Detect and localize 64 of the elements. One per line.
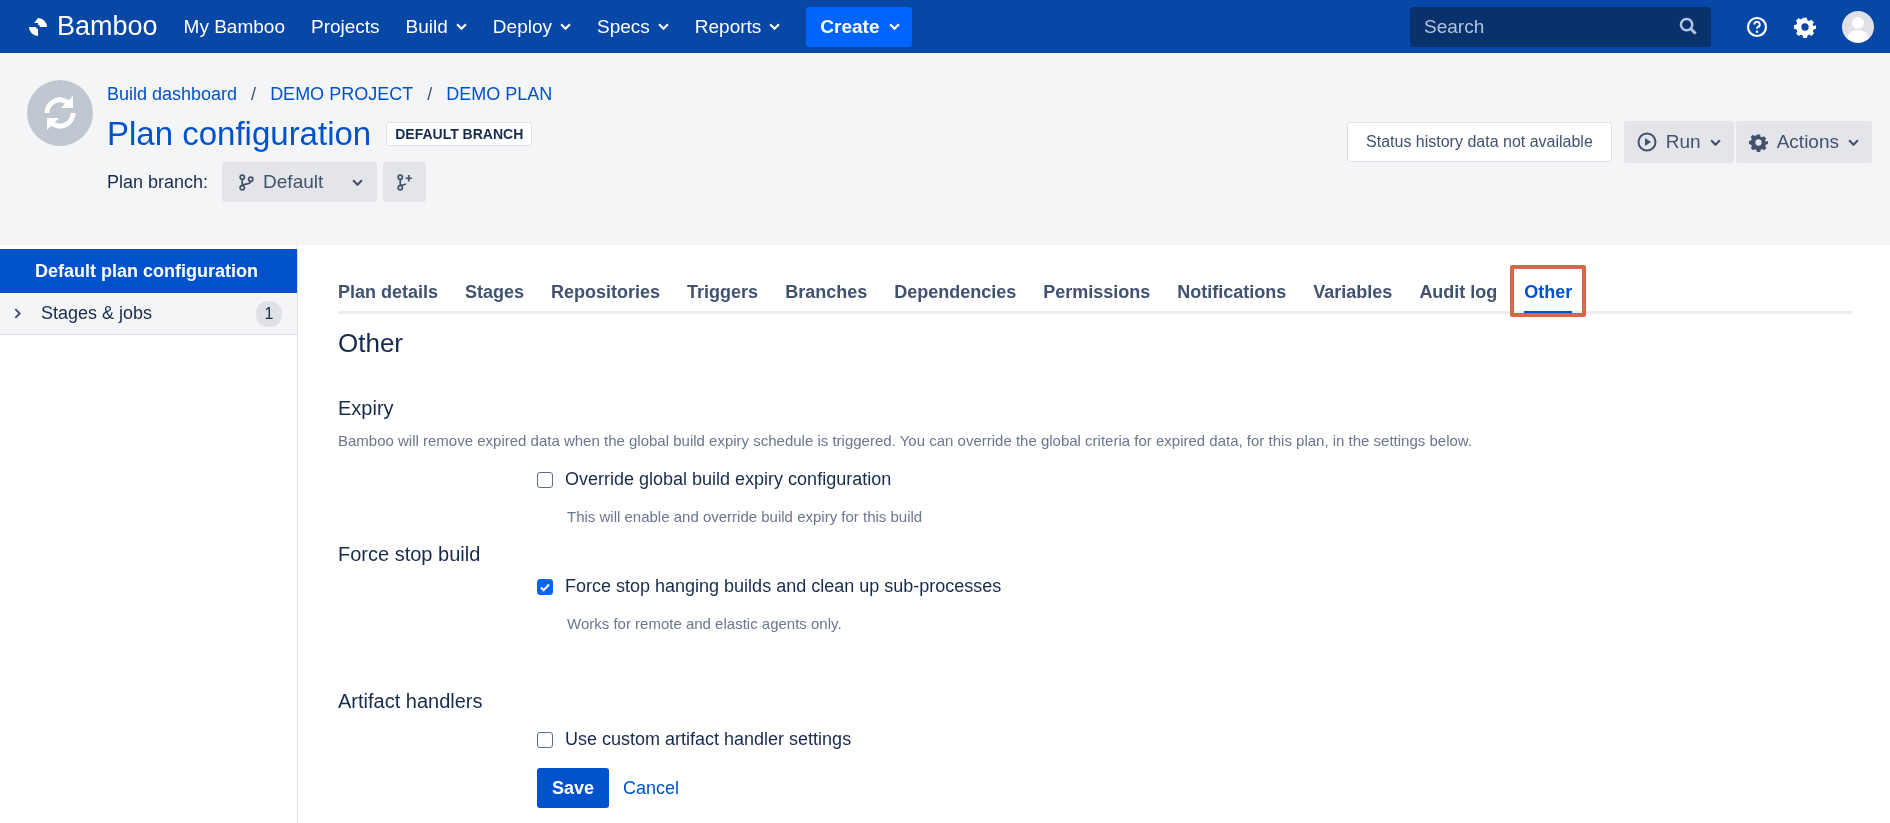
create-button[interactable]: Create: [806, 6, 912, 47]
sidebar-item[interactable]: Stages & jobs 1: [0, 293, 297, 335]
tab[interactable]: Plan details: [338, 279, 439, 314]
branch-badge: DEFAULT BRANCH: [386, 122, 533, 146]
section-heading: Other: [338, 328, 405, 359]
help-icon[interactable]: [1746, 15, 1768, 38]
breadcrumb-link[interactable]: DEMO PLAN: [446, 83, 553, 105]
help-text: Works for remote and elastic agents only.: [567, 615, 843, 632]
caret-icon[interactable]: [1848, 138, 1859, 146]
page-title: Plan configuration: [107, 114, 372, 154]
checkbox[interactable]: [537, 578, 553, 595]
nav-link[interactable]: Reports: [694, 15, 781, 38]
logo-text[interactable]: Bamboo: [57, 11, 158, 42]
group-heading: Force stop build: [338, 543, 482, 566]
chevron-right-icon[interactable]: [14, 308, 21, 319]
cancel-link[interactable]: Cancel: [623, 777, 680, 799]
tab[interactable]: Notifications: [1177, 279, 1287, 314]
checkbox-label[interactable]: Override global build expiry configuration: [565, 469, 892, 490]
tab[interactable]: Variables: [1313, 279, 1393, 314]
checkbox-label[interactable]: Force stop hanging builds and clean up sub-processes: [565, 576, 1002, 597]
nav-link[interactable]: Projects: [310, 15, 380, 38]
create-branch-button[interactable]: [383, 162, 427, 202]
tab[interactable]: Branches: [785, 279, 868, 314]
branch-label: Plan branch:: [107, 171, 209, 193]
breadcrumb-separator: /: [251, 83, 257, 105]
nav-link[interactable]: Specs: [597, 15, 669, 38]
branch-dropdown[interactable]: Default: [222, 162, 378, 202]
refresh-avatar-icon: [27, 80, 93, 146]
caret-icon[interactable]: [352, 178, 364, 186]
tab[interactable]: Stages: [465, 279, 525, 314]
breadcrumb-separator: /: [427, 83, 433, 105]
group-heading: Artifact handlers: [338, 690, 484, 713]
branch-plus-icon: [396, 173, 414, 191]
save-button[interactable]: Save: [537, 768, 610, 808]
nav-link[interactable]: My Bamboo: [183, 15, 285, 38]
actions-button[interactable]: Actions: [1735, 121, 1872, 163]
breadcrumb-link[interactable]: Build dashboard: [107, 83, 238, 105]
tab[interactable]: Other: [1524, 279, 1573, 314]
tab[interactable]: Repositories: [551, 279, 661, 314]
group-heading: Expiry: [338, 397, 395, 420]
count-badge: 1: [256, 300, 282, 327]
settings-icon[interactable]: [1794, 15, 1816, 38]
nav-link[interactable]: Build: [405, 15, 467, 38]
tab[interactable]: Dependencies: [894, 279, 1017, 314]
nav-link[interactable]: Deploy: [492, 15, 571, 38]
status-history-notice: Status history data not available: [1347, 122, 1612, 162]
play-icon: [1636, 132, 1657, 152]
run-button[interactable]: Run: [1623, 121, 1734, 163]
checkbox[interactable]: [537, 731, 553, 748]
description-text: Bamboo will remove expired data when the global build expiry schedule is triggered. You can override the global criteria for expired data, for this plan, in the settings below.: [338, 432, 1473, 449]
search-icon[interactable]: [1679, 16, 1698, 36]
caret-icon[interactable]: [1709, 138, 1721, 146]
avatar-icon[interactable]: [1842, 10, 1874, 43]
checkbox[interactable]: [537, 471, 553, 488]
help-text: This will enable and override build expiry for this build: [567, 508, 924, 525]
tab[interactable]: Triggers: [687, 279, 759, 314]
search-field[interactable]: Search: [1410, 6, 1711, 47]
tab[interactable]: Permissions: [1043, 279, 1151, 314]
branch-icon: [238, 173, 256, 191]
breadcrumb-link[interactable]: DEMO PROJECT: [270, 83, 414, 105]
sidebar-item[interactable]: Default plan configuration: [0, 249, 297, 293]
gear-icon: [1748, 132, 1768, 152]
tab[interactable]: Audit log: [1419, 279, 1498, 314]
checkbox-label[interactable]: Use custom artifact handler settings: [565, 729, 852, 750]
